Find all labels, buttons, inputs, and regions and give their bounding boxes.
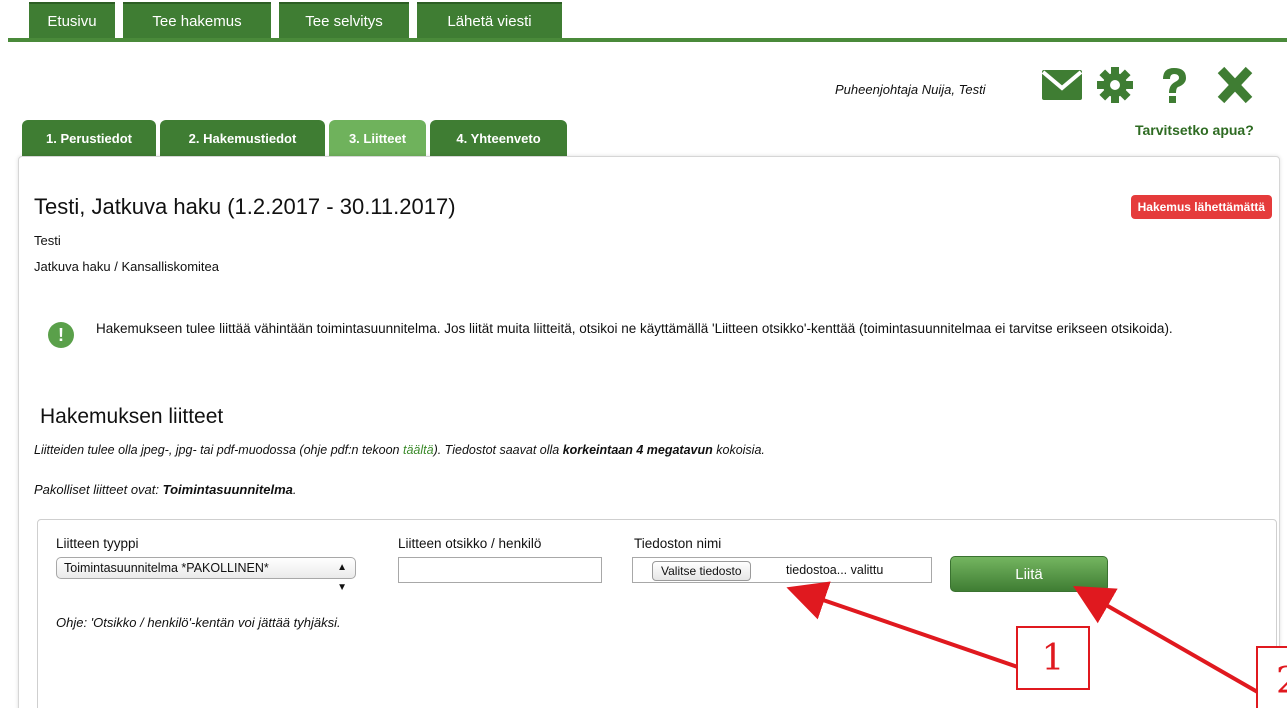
- annotation-marker-1: 1: [1016, 626, 1090, 690]
- attachment-type-select[interactable]: Toimintasuunnitelma *PAKOLLINEN* ▲ ▼: [56, 557, 356, 593]
- applicant-name: Testi: [34, 233, 61, 248]
- annotation-marker-2: 2: [1256, 646, 1287, 708]
- attachments-heading: Hakemuksen liitteet: [40, 405, 224, 428]
- help-icon[interactable]: [1152, 66, 1196, 104]
- desc-part-3: kokoisia.: [712, 443, 765, 457]
- attachment-title-input[interactable]: [398, 557, 602, 583]
- close-icon[interactable]: [1213, 66, 1257, 104]
- notice-text: Hakemukseen tulee liittää vähintään toim…: [96, 321, 1173, 336]
- mail-icon[interactable]: [1040, 66, 1084, 104]
- help-link[interactable]: Tarvitsetko apua?: [1135, 122, 1254, 138]
- attach-button[interactable]: Liitä: [950, 556, 1108, 592]
- nav-tab-tee-hakemus[interactable]: Tee hakemus: [123, 2, 271, 38]
- gear-icon[interactable]: [1093, 66, 1137, 104]
- nav-tab-tee-selvitys[interactable]: Tee selvitys: [279, 2, 409, 38]
- status-badge-label: Hakemus lähettämättä: [1130, 195, 1272, 219]
- exclamation-icon: !: [48, 322, 74, 348]
- choose-file-button[interactable]: Valitse tiedosto: [652, 561, 751, 581]
- user-name: Puheenjohtaja Nuija, Testi: [835, 82, 986, 97]
- top-navigation: Etusivu Tee hakemus Tee selvitys Lähetä …: [8, 0, 1287, 42]
- required-suffix: .: [292, 482, 297, 497]
- file-status-text: tiedostoa... valittu: [786, 563, 884, 577]
- desc-size-limit: korkeintaan 4 megatavun: [562, 443, 713, 457]
- type-label: Liitteen tyyppi: [56, 536, 139, 551]
- pdf-help-link[interactable]: täältä: [403, 443, 434, 457]
- desc-part-1: Liitteiden tulee olla jpeg-, jpg- tai pd…: [34, 443, 403, 457]
- step-tab-yhteenveto[interactable]: 4. Yhteenveto: [430, 120, 567, 158]
- required-prefix: Pakolliset liitteet ovat:: [34, 482, 163, 497]
- attachment-type-value: Toimintasuunnitelma *PAKOLLINEN*: [64, 561, 269, 575]
- attachments-description: Liitteiden tulee olla jpeg-, jpg- tai pd…: [34, 443, 765, 457]
- title-label: Liitteen otsikko / henkilö: [398, 536, 542, 551]
- file-label: Tiedoston nimi: [634, 536, 722, 551]
- step-tab-hakemustiedot[interactable]: 2. Hakemustiedot: [160, 120, 325, 158]
- status-badge: Hakemus lähettämättä: [1130, 195, 1272, 219]
- application-title: Testi, Jatkuva haku (1.2.2017 - 30.11.20…: [34, 194, 456, 219]
- required-attachments: Pakolliset liitteet ovat: Toimintasuunni…: [34, 482, 297, 497]
- step-tab-perustiedot[interactable]: 1. Perustiedot: [22, 120, 156, 158]
- desc-part-2: ). Tiedostot saavat olla: [433, 443, 563, 457]
- select-arrows-icon: ▲ ▼: [337, 562, 347, 593]
- required-value: Toimintasuunnitelma: [162, 482, 293, 497]
- nav-tab-laheta-viesti[interactable]: Lähetä viesti: [417, 2, 562, 38]
- form-help-note: Ohje: 'Otsikko / henkilö'-kentän voi jät…: [56, 615, 341, 630]
- step-tab-liitteet[interactable]: 3. Liitteet: [329, 120, 426, 158]
- program-name: Jatkuva haku / Kansalliskomitea: [34, 259, 219, 274]
- nav-tab-etusivu[interactable]: Etusivu: [29, 2, 115, 38]
